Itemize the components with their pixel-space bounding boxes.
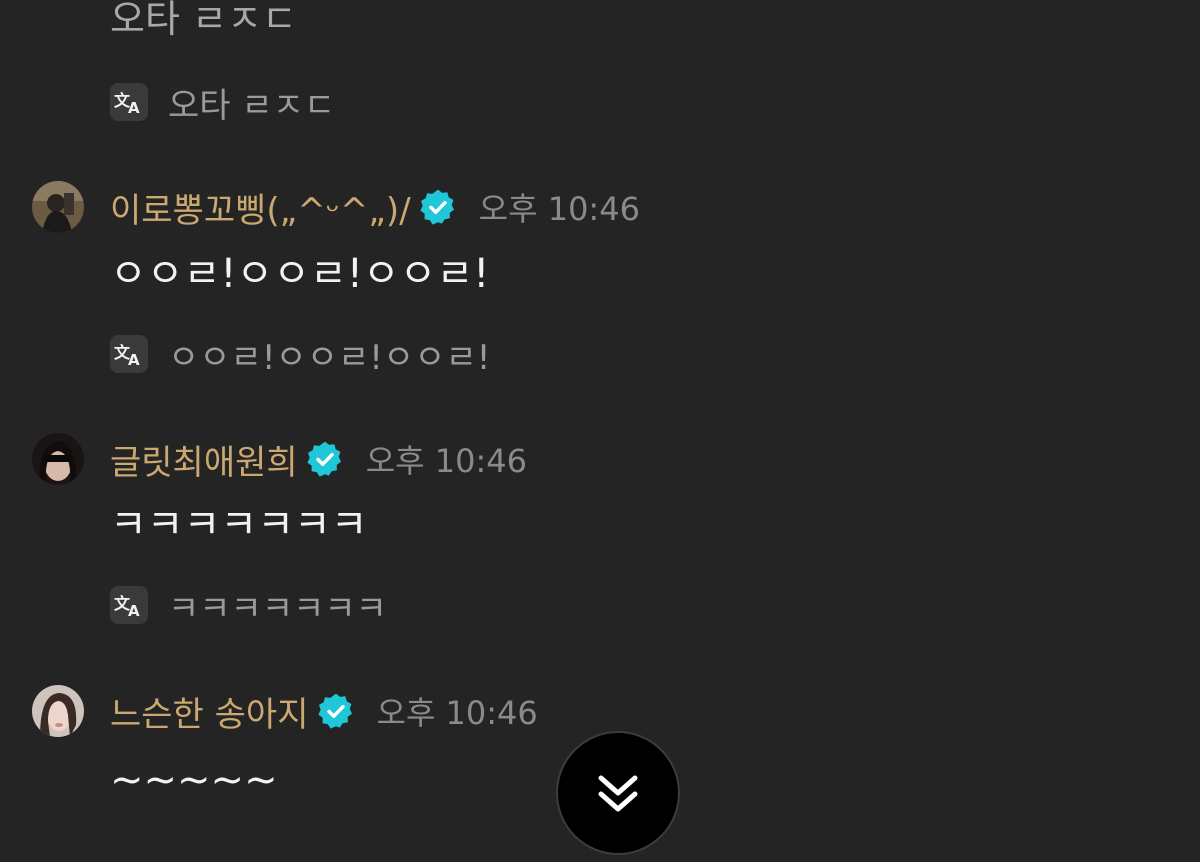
- translate-icon[interactable]: 文 A: [110, 586, 148, 624]
- message-header: 이로뽕꼬삥(„^ᵕ^„)/ 오후 10:46: [32, 180, 640, 234]
- message-header: 느슨한 송아지 오후 10:46: [32, 684, 538, 738]
- username[interactable]: 글릿최애원희: [110, 435, 298, 484]
- translate-icon[interactable]: 文 A: [110, 335, 148, 373]
- timestamp: 오후 10:46: [478, 190, 640, 228]
- verified-badge-icon: [317, 693, 352, 729]
- chat-view: 오타 ㄹㅈㄷ 文 A 오타 ㄹㅈㄷ 이로뽕꼬삥(„^ᵕ^„)/ 오후 10:46: [0, 0, 1200, 862]
- username[interactable]: 이로뽕꼬삥(„^ᵕ^„)/: [110, 183, 411, 232]
- verified-badge-icon: [307, 441, 341, 477]
- translate-icon[interactable]: 文 A: [110, 83, 148, 121]
- avatar[interactable]: [32, 181, 84, 233]
- verified-badge-icon: [420, 189, 454, 225]
- timestamp: 오후 10:46: [365, 442, 527, 480]
- username[interactable]: 느슨한 송아지: [110, 687, 309, 736]
- message-text: ㅋㅋㅋㅋㅋㅋㅋ: [110, 502, 368, 548]
- translation-text: ㅋㅋㅋㅋㅋㅋㅋ: [168, 588, 387, 629]
- previous-message-translation: 文 A 오타 ㄹㅈㄷ: [110, 82, 335, 126]
- message-text: ㅇㅇㄹ!ㅇㅇㄹ!ㅇㅇㄹ!: [110, 251, 490, 297]
- svg-text:A: A: [128, 351, 140, 367]
- double-chevron-down-icon: [598, 775, 638, 812]
- message-text: ~~~~~: [110, 757, 278, 803]
- translation-text: 오타 ㄹㅈㄷ: [168, 85, 336, 126]
- previous-message-text: 오타 ㄹㅈㄷ: [110, 0, 297, 41]
- timestamp: 오후 10:46: [376, 694, 538, 732]
- message-translation: 文 A ㅋㅋㅋㅋㅋㅋㅋ: [110, 585, 387, 629]
- message-header: 글릿최애원희 오후 10:46: [32, 432, 527, 486]
- svg-text:A: A: [128, 99, 140, 115]
- svg-text:A: A: [128, 602, 140, 618]
- scroll-to-bottom-button[interactable]: [556, 731, 680, 855]
- message-translation: 文 A ㅇㅇㄹ!ㅇㅇㄹ!ㅇㅇㄹ!: [110, 334, 490, 378]
- avatar[interactable]: [32, 685, 84, 737]
- avatar[interactable]: [32, 433, 84, 485]
- translation-text: ㅇㅇㄹ!ㅇㅇㄹ!ㅇㅇㄹ!: [168, 337, 491, 378]
